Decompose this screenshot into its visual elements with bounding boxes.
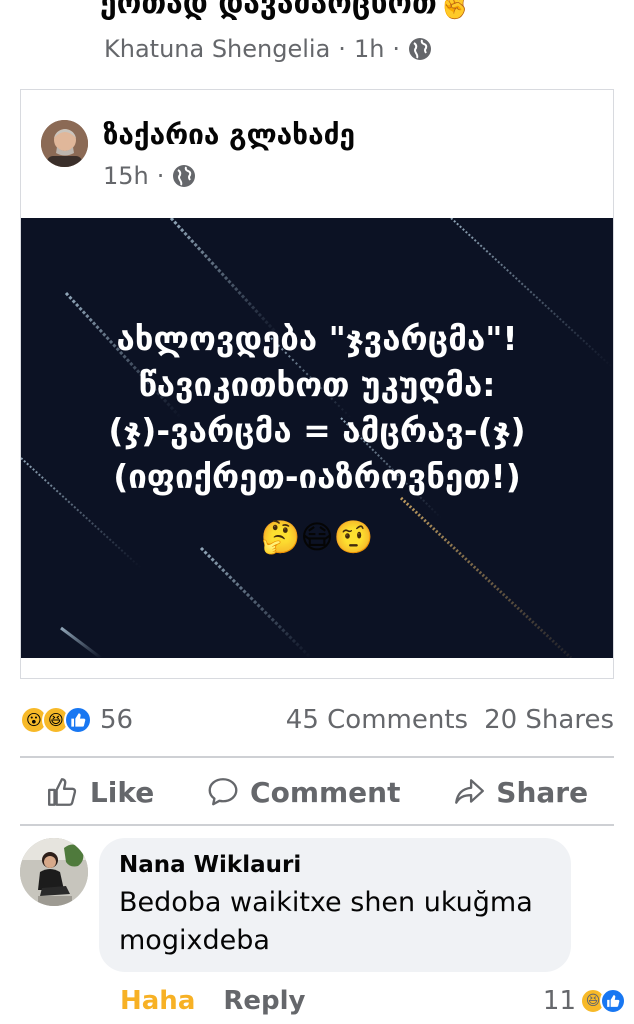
divider — [20, 824, 614, 826]
reaction-count[interactable]: 56 — [100, 705, 133, 735]
comment-text: Bedoba waikitxe shen ukuğma mogixdeba — [119, 887, 533, 956]
shares-count-link[interactable]: 20 Shares — [484, 705, 614, 735]
shared-post-meta: 15h · — [103, 162, 196, 190]
comment-button-label: Comment — [250, 775, 401, 809]
comment-bubble[interactable]: Nana Wiklauri Bedoba waikitxe shen ukuğm… — [99, 838, 571, 972]
comments-count-link[interactable]: 45 Comments — [286, 705, 468, 735]
shared-post-time[interactable]: 15h — [103, 162, 149, 190]
shared-post-author[interactable]: ზაქარია გლახაძე — [103, 118, 355, 151]
post-image[interactable]: ახლოვდება "ჯვარცმა"! წავიკითხოთ უკუღმა: … — [21, 218, 613, 658]
comment-reactions-summary[interactable]: 11 😆 — [542, 986, 626, 1016]
like-icon — [600, 988, 626, 1014]
divider — [20, 756, 614, 758]
author-avatar[interactable] — [41, 120, 88, 167]
reaction-icons[interactable]: 😮 😆 — [20, 706, 92, 734]
image-caption-line: წავიკითხოთ უკუღმა: — [138, 365, 496, 404]
globe-icon — [409, 38, 432, 60]
image-caption-line: (იფიქრეთ-იაზროვნეთ!) — [113, 457, 521, 496]
commenter-avatar[interactable] — [20, 838, 88, 906]
thumbs-up-icon — [47, 778, 77, 806]
author-avatar-image — [41, 120, 88, 167]
like-button[interactable]: Like — [46, 775, 154, 809]
comment-button[interactable]: Comment — [206, 775, 400, 809]
commenter-avatar-image — [20, 838, 88, 906]
image-emojis: 🤔😷🤨 — [260, 518, 374, 556]
share-arrow-icon — [455, 779, 485, 804]
comment-reaction-button[interactable]: Haha — [120, 986, 195, 1016]
previous-post-time[interactable]: 1h — [354, 35, 384, 63]
comment-reply-button[interactable]: Reply — [223, 986, 305, 1016]
meta-separator: · — [156, 162, 165, 190]
previous-post-title: ერთად დავამარცხოთ✌️ — [100, 0, 475, 21]
share-button[interactable]: Share — [452, 775, 588, 809]
meta-separator: · — [392, 35, 401, 63]
image-caption-line: (ჯ)-ვარცმა = ამცრავ-(ჯ) — [108, 411, 526, 450]
comment-reaction-icons: 😆 — [580, 988, 626, 1014]
previous-post-meta: Khatuna Shengelia · 1h · — [104, 35, 432, 63]
comment-actions: Haha Reply 11 😆 — [120, 982, 626, 1020]
comment-bubble-icon — [208, 778, 238, 806]
meta-separator: · — [338, 35, 346, 63]
shared-post-card[interactable]: ზაქარია გლახაძე 15h · ახლოვდება "ჯვარცმა… — [20, 89, 614, 679]
like-icon — [64, 706, 92, 734]
reactions-summary: 😮 😆 56 45 Comments 20 Shares — [20, 700, 614, 740]
comment-author[interactable]: Nana Wiklauri — [119, 852, 551, 878]
share-button-label: Share — [496, 775, 589, 809]
comment-reaction-count: 11 — [542, 986, 576, 1016]
engagement-counts: 45 Comments 20 Shares — [286, 705, 614, 735]
post-actions-bar: Like Comment Share — [20, 764, 614, 820]
image-caption: ახლოვდება "ჯვარცმა"! წავიკითხოთ უკუღმა: … — [21, 316, 613, 500]
image-caption-line: ახლოვდება "ჯვარცმა"! — [116, 319, 518, 358]
previous-post-author[interactable]: Khatuna Shengelia — [104, 35, 330, 63]
globe-icon — [173, 165, 196, 187]
like-button-label: Like — [89, 775, 155, 809]
